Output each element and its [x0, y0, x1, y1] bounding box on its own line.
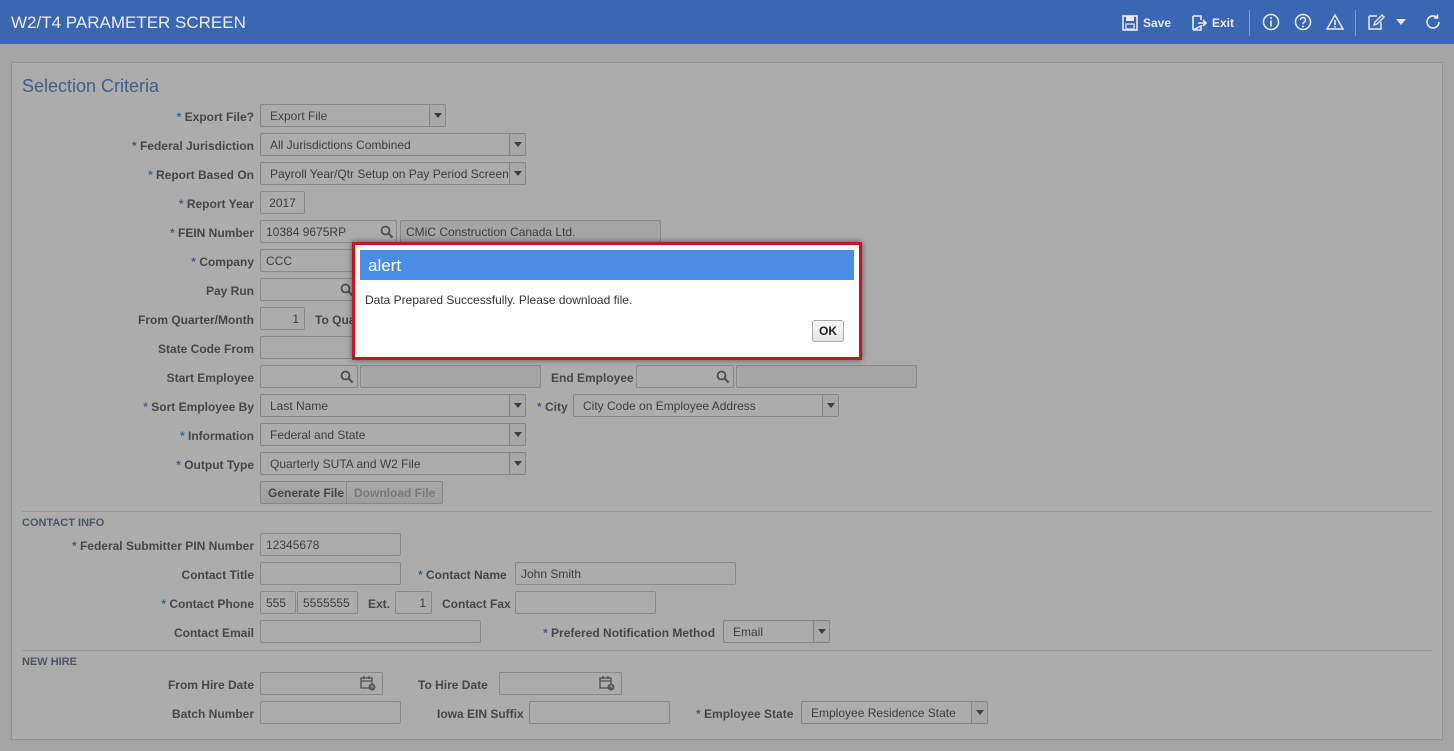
save-icon	[1122, 15, 1138, 31]
alert-dialog: alert Data Prepared Successfully. Please…	[352, 242, 862, 360]
exit-label: Exit	[1212, 16, 1235, 30]
title-bar: W2/T4 PARAMETER SCREEN Save Exit	[0, 0, 1454, 44]
save-button[interactable]: Save	[1122, 14, 1171, 32]
chevron-down-icon[interactable]	[1392, 13, 1410, 31]
info-icon[interactable]	[1262, 13, 1280, 31]
page-title: W2/T4 PARAMETER SCREEN	[11, 13, 246, 32]
modal-overlay	[0, 44, 1454, 751]
edit-icon[interactable]	[1367, 13, 1385, 31]
alert-body: Data Prepared Successfully. Please downl…	[360, 280, 854, 350]
warning-icon[interactable]	[1326, 13, 1344, 31]
help-icon[interactable]	[1294, 13, 1312, 31]
toolbar-separator	[1355, 10, 1356, 36]
exit-button[interactable]: Exit	[1191, 14, 1234, 32]
save-label: Save	[1143, 16, 1172, 30]
toolbar-separator	[1249, 10, 1250, 36]
alert-title: alert	[360, 250, 854, 280]
ok-button[interactable]: OK	[812, 320, 844, 342]
alert-message: Data Prepared Successfully. Please downl…	[365, 293, 633, 307]
exit-icon	[1192, 15, 1207, 31]
refresh-icon[interactable]	[1424, 13, 1442, 31]
